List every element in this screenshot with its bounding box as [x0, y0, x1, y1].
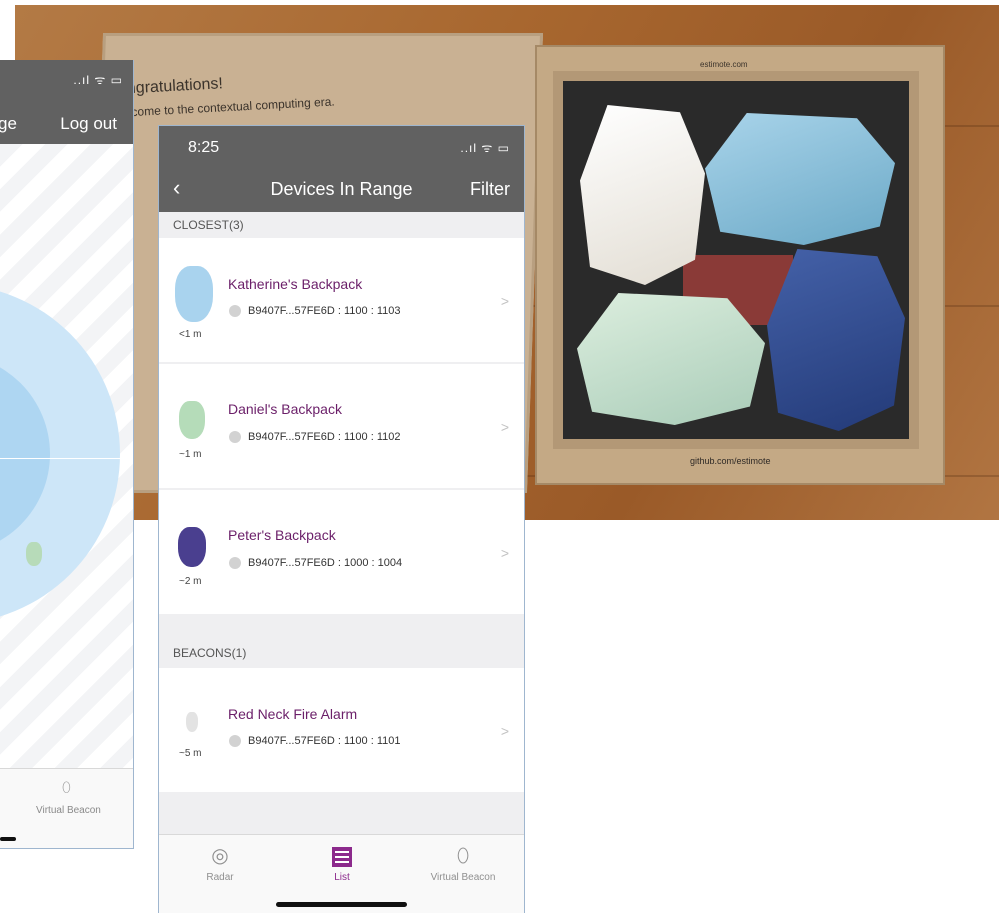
tab-virtual-beacon[interactable]: Virtual Beacon [36, 805, 101, 816]
logout-button[interactable]: Log out [60, 114, 117, 134]
list-item[interactable]: ~2 m Peter's Backpack B9407F...57FE6D : … [159, 490, 524, 614]
status-icons: ..ıl ᯤ ▭ [73, 73, 123, 87]
mint-beacon [577, 293, 765, 425]
beacon-icon [186, 712, 198, 732]
list-item[interactable]: <1 m Katherine's Backpack B9407F...57FE6… [159, 238, 524, 362]
device-id: B9407F...57FE6D : 1100 : 1101 [248, 735, 401, 747]
beacon-icon [178, 527, 206, 567]
blue-beacon [705, 113, 895, 245]
distance: <1 m [179, 329, 202, 340]
back-nav-bar: ..ıl ᯤ ▭ ge Log out [0, 60, 133, 144]
chevron-right-icon: > [500, 545, 509, 561]
beacon-icon [175, 266, 213, 322]
radar-icon: ◎ [211, 845, 229, 867]
list-item[interactable]: ~5 m Red Neck Fire Alarm B9407F...57FE6D… [159, 668, 524, 792]
beacon-marker[interactable] [26, 542, 42, 566]
nav-bar: 8:25 ..ıl ᯤ ▭ ‹ Devices In Range Filter [159, 126, 524, 212]
chevron-right-icon: > [500, 419, 509, 435]
device-name: Katherine's Backpack [228, 276, 363, 292]
filter-button[interactable]: Filter [470, 179, 510, 200]
beacon-id-icon [229, 735, 241, 747]
brand-bottom: github.com/estimote [690, 456, 771, 466]
beacon-icon [179, 401, 205, 439]
distance: ~5 m [179, 748, 202, 759]
distance: ~2 m [179, 576, 202, 587]
device-id: B9407F...57FE6D : 1100 : 1103 [248, 305, 401, 317]
device-name: Peter's Backpack [228, 527, 336, 543]
tab-list[interactable]: List [281, 835, 403, 895]
device-name: Red Neck Fire Alarm [228, 706, 358, 722]
white-beacon [580, 105, 705, 285]
distance: ~1 m [179, 449, 202, 460]
devices-in-range-screen: 8:25 ..ıl ᯤ ▭ ‹ Devices In Range Filter … [158, 125, 525, 913]
beacon-id-icon [229, 305, 241, 317]
tab-radar[interactable]: ◎ Radar [159, 835, 281, 895]
brand-top: estimote.com [700, 60, 748, 69]
device-id: B9407F...57FE6D : 1000 : 1004 [248, 557, 403, 569]
section-header-beacons: BEACONS(1) [159, 640, 524, 666]
chevron-right-icon: > [500, 293, 509, 309]
list-item[interactable]: ~1 m Daniel's Backpack B9407F...57FE6D :… [159, 364, 524, 488]
radar-screen-partial: ..ıl ᯤ ▭ ge Log out ⬯ Virtual Beacon [0, 60, 134, 849]
radar-view[interactable] [0, 144, 133, 768]
beacon-id-icon [229, 431, 241, 443]
navy-beacon [767, 249, 905, 431]
beacon-icon[interactable]: ⬯ [62, 779, 71, 796]
chevron-right-icon: > [500, 723, 509, 739]
tab-virtual-beacon[interactable]: ⬯ Virtual Beacon [402, 835, 524, 895]
status-icons: ..ıl ᯤ ▭ [460, 141, 510, 155]
beacon-icon: ⬯ [456, 845, 470, 867]
home-indicator [276, 902, 407, 907]
back-tab-bar: ⬯ Virtual Beacon [0, 768, 133, 848]
beacon-id-icon [229, 557, 241, 569]
device-name: Daniel's Backpack [228, 401, 342, 417]
device-id: B9407F...57FE6D : 1100 : 1102 [248, 431, 401, 443]
list-icon [281, 843, 403, 869]
status-time: 8:25 [188, 139, 220, 156]
section-header-closest: CLOSEST(3) [159, 212, 524, 238]
nav-left-fragment[interactable]: ge [0, 114, 17, 134]
